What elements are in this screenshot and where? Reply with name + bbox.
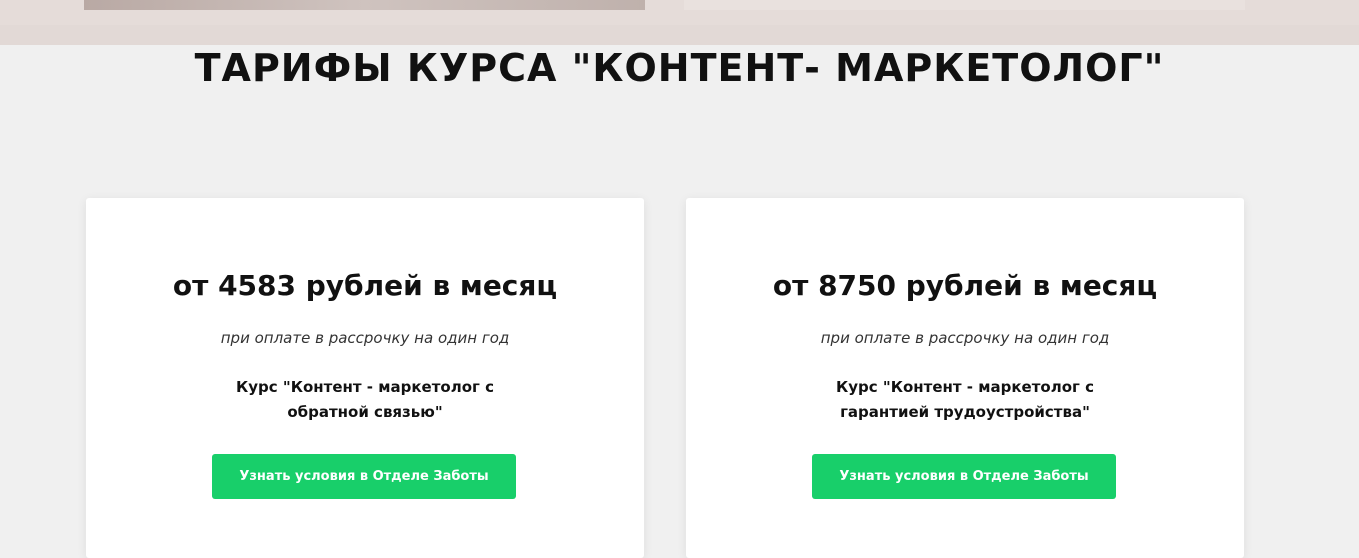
previous-section-strip [0, 0, 1359, 45]
tariff-payment-note: при оплате в рассрочку на один год [220, 329, 510, 347]
previous-section-block-right [684, 0, 1245, 10]
tariff-payment-note: при оплате в рассрочку на один год [820, 329, 1110, 347]
learn-conditions-button[interactable]: Узнать условия в Отделе Заботы [212, 454, 516, 499]
tariff-course-name-line-1: Курс "Контент - маркетолог с [236, 378, 494, 396]
previous-section-image-left [84, 0, 645, 10]
tariff-course-name-line-2: обратной связью" [287, 403, 443, 421]
tariff-course-name-line-1: Курс "Контент - маркетолог с [836, 378, 1094, 396]
tariff-card-feedback: от 4583 рублей в месяц при оплате в расс… [86, 198, 644, 558]
tariff-price: от 8750 рублей в месяц [772, 269, 1158, 302]
tariff-course-name: Курс "Контент - маркетолог с гарантией т… [815, 375, 1115, 425]
tariff-course-name: Курс "Контент - маркетолог с обратной св… [215, 375, 515, 425]
tariff-card-employment: от 8750 рублей в месяц при оплате в расс… [686, 198, 1244, 558]
learn-conditions-button[interactable]: Узнать условия в Отделе Заботы [812, 454, 1116, 499]
section-title: ТАРИФЫ КУРСА "КОНТЕНТ- МАРКЕТОЛОГ" [194, 46, 1165, 90]
tariff-course-name-line-2: гарантией трудоустройства" [840, 403, 1090, 421]
tariff-price: от 4583 рублей в месяц [172, 269, 558, 302]
